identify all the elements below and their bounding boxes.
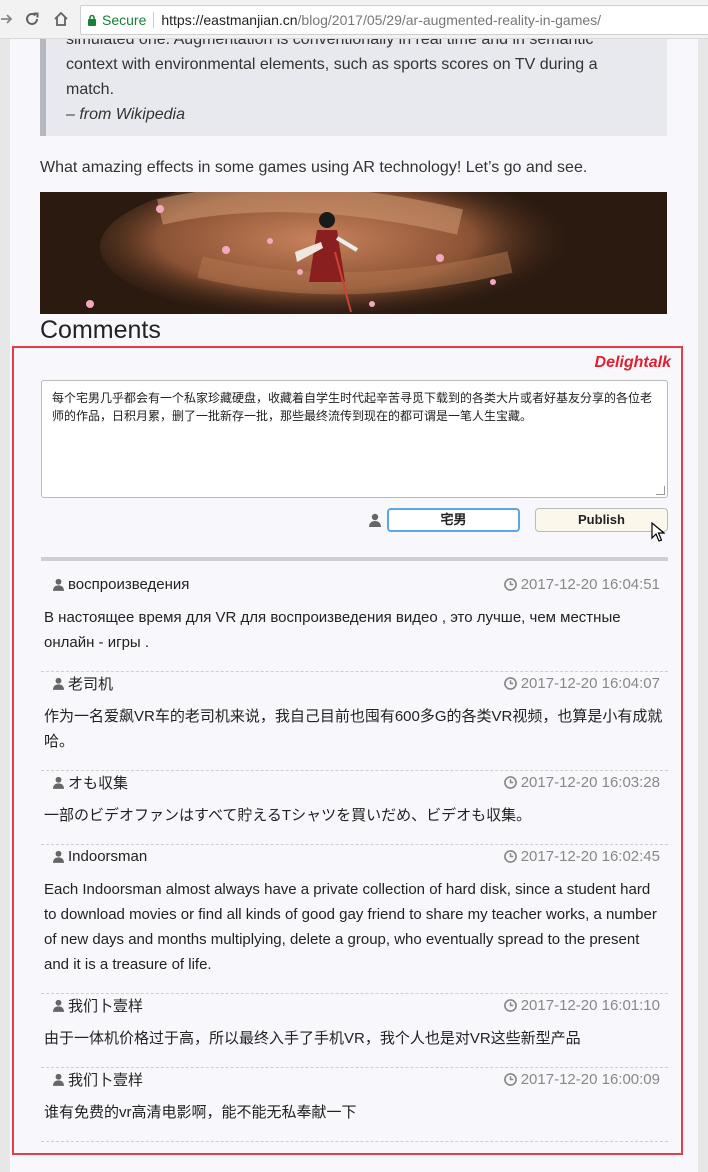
clock-icon <box>503 775 517 789</box>
comment-body: Each Indoorsman almost always have a pri… <box>44 881 657 973</box>
comment-time-text: 2017-12-20 16:02:45 <box>520 847 660 865</box>
comments-heading: Comments <box>40 316 161 344</box>
comment-textarea[interactable]: 每个宅男几乎都会有一个私家珍藏硬盘，收藏着自学生时代起辛苦寻觅下载到的各类大片或… <box>41 380 668 498</box>
address-bar[interactable]: Secure https://eastmanjian.cn /blog/2017… <box>80 5 708 35</box>
user-icon <box>53 776 64 789</box>
user-icon <box>53 578 64 591</box>
comment-author: Indoorsman <box>44 848 147 865</box>
comment-timestamp: 2017-12-20 16:00:09 <box>503 1070 660 1088</box>
comment-time-text: 2017-12-20 16:04:51 <box>520 575 660 593</box>
comment-item: 我们卜壹样 2017-12-20 16:01:10 由于一体机价格过于高，所以最终入… <box>41 994 668 1068</box>
resize-handle[interactable] <box>656 486 665 495</box>
user-icon <box>53 850 64 863</box>
comment-item: воспроизведения 2017-12-20 16:04:51 В нас… <box>41 573 668 672</box>
clock-icon <box>503 577 517 591</box>
comment-body: 一部のビデオファンはすべて貯えるTシャツを買いだめ、ビデオも収集。 <box>44 807 532 824</box>
comment-body: 作为一名爱飙VR车的老司机来说，我自己目前也囤有600多G的各类VR视频，也算是… <box>44 708 663 750</box>
article-banner-image <box>40 192 667 314</box>
reload-icon[interactable] <box>20 7 44 31</box>
browser-toolbar: Secure https://eastmanjian.cn /blog/2017… <box>0 0 708 39</box>
comment-author-name: Indoorsman <box>68 847 148 865</box>
nickname-input[interactable]: 宅男 <box>387 508 520 532</box>
comment-timestamp: 2017-12-20 16:04:51 <box>503 575 660 593</box>
secure-label: Secure <box>102 12 147 28</box>
comment-header: 老司机 2017-12-20 16:04:07 <box>44 672 665 694</box>
comment-author: 老司机 <box>44 673 113 694</box>
comment-time-text: 2017-12-20 16:01:10 <box>520 996 660 1014</box>
comment-time-text: 2017-12-20 16:04:07 <box>520 674 660 692</box>
home-icon[interactable] <box>49 7 73 31</box>
comments-divider <box>41 557 668 561</box>
quote-text: simulated one. Augmentation is conventio… <box>66 39 647 102</box>
clock-icon <box>503 1072 517 1086</box>
comment-item: Indoorsman 2017-12-20 16:02:45 Each Indoor… <box>41 845 668 994</box>
delightalk-brand[interactable]: Delightalk <box>595 354 671 372</box>
comment-header: オも収集 2017-12-20 16:03:28 <box>44 771 665 793</box>
page-background: simulated one. Augmentation is conventio… <box>0 39 708 1172</box>
comment-timestamp: 2017-12-20 16:01:10 <box>503 996 660 1014</box>
comment-item: オも収集 2017-12-20 16:03:28 一部のビデオファンはすべて貯えるT… <box>41 771 668 845</box>
user-icon <box>53 999 64 1012</box>
comment-body: 由于一体机价格过于高，所以最终入手了手机VR，我个人也是对VR这些新型产品 <box>44 1030 581 1047</box>
article-column: simulated one. Augmentation is conventio… <box>10 39 698 1172</box>
forward-arrow-icon[interactable] <box>0 7 18 31</box>
article-intro: What amazing effects in some games using… <box>40 159 588 176</box>
url-path: /blog/2017/05/29/ar-augmented-reality-in… <box>297 12 602 28</box>
comment-author: オも収集 <box>44 772 128 793</box>
mouse-cursor-icon <box>651 521 666 547</box>
comment-time-text: 2017-12-20 16:03:28 <box>520 773 660 791</box>
comment-header: 我们卜壹样 2017-12-20 16:01:10 <box>44 994 665 1016</box>
comment-header: Indoorsman 2017-12-20 16:02:45 <box>44 845 665 867</box>
comment-item: 我们卜壹样 2017-12-20 16:00:09 谁有免费的vr高清电影啊，能不能… <box>41 1068 668 1142</box>
clock-icon <box>503 849 517 863</box>
comment-author-name: 我们卜壹样 <box>68 997 144 1015</box>
comment-author-name: воспроизведения <box>68 575 190 593</box>
url-domain: https://eastmanjian.cn <box>161 12 298 28</box>
comment-list: воспроизведения 2017-12-20 16:04:51 В нас… <box>41 573 668 1142</box>
comment-author: 我们卜壹样 <box>44 995 143 1016</box>
comment-author: 我们卜壹样 <box>44 1069 143 1090</box>
comment-item: 老司机 2017-12-20 16:04:07 作为一名爱飙VR车的老司机来说，我自… <box>41 672 668 771</box>
comment-author-name: オも収集 <box>68 774 129 792</box>
blockquote: simulated one. Augmentation is conventio… <box>40 39 667 136</box>
user-icon <box>53 1073 64 1086</box>
comment-author: воспроизведения <box>44 576 189 593</box>
comment-timestamp: 2017-12-20 16:04:07 <box>503 674 660 692</box>
comment-timestamp: 2017-12-20 16:02:45 <box>503 847 660 865</box>
lock-icon <box>88 14 96 26</box>
comment-body: В настоящее время для VR для воспроизвед… <box>44 609 621 651</box>
comment-author-name: 我们卜壹样 <box>68 1071 144 1089</box>
address-separator <box>153 12 155 28</box>
user-icon <box>369 513 381 532</box>
secure-indicator[interactable]: Secure <box>87 12 146 28</box>
quote-line: simulated one. Augmentation is conventio… <box>66 39 594 48</box>
comment-timestamp: 2017-12-20 16:03:28 <box>503 773 660 791</box>
delightalk-widget: Delightalk 每个宅男几乎都会有一个私家珍藏硬盘，收藏着自学生时代起辛苦… <box>12 346 683 1155</box>
publish-button[interactable]: Publish <box>535 508 668 532</box>
quote-line: context with environmental elements, suc… <box>66 56 598 73</box>
comment-header: 我们卜壹样 2017-12-20 16:00:09 <box>44 1068 665 1090</box>
comment-textarea-value: 每个宅男几乎都会有一个私家珍藏硬盘，收藏着自学生时代起辛苦寻觅下载到的各类大片或… <box>52 391 653 423</box>
clock-icon <box>503 676 517 690</box>
comment-author-name: 老司机 <box>68 675 114 693</box>
comment-body: 谁有免费的vr高清电影啊，能不能无私奉献一下 <box>44 1104 357 1121</box>
comment-time-text: 2017-12-20 16:00:09 <box>520 1070 660 1088</box>
quote-line: match. <box>66 81 115 98</box>
clock-icon <box>503 998 517 1012</box>
quote-source: – from Wikipedia <box>66 106 186 123</box>
user-icon <box>53 677 64 690</box>
comment-header: воспроизведения 2017-12-20 16:04:51 <box>44 573 665 595</box>
